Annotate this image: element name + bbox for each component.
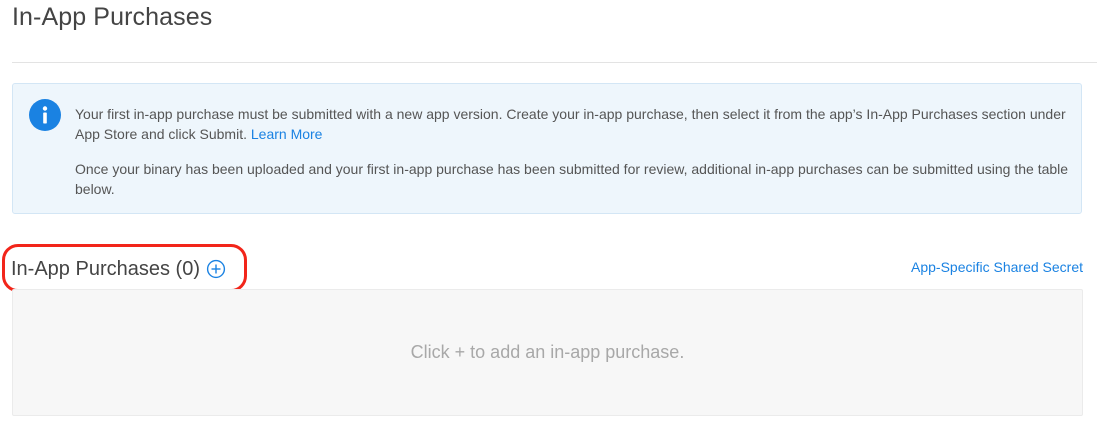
page-title: In-App Purchases [12,3,213,31]
empty-purchases-table: Click + to add an in-app purchase. [12,289,1083,416]
info-banner: Your first in-app purchase must be submi… [12,83,1082,214]
header-divider [12,62,1097,63]
plus-circle-icon[interactable] [206,259,226,279]
shared-secret-link[interactable]: App-Specific Shared Secret [911,259,1083,275]
info-paragraph-1: Your first in-app purchase must be submi… [75,104,1070,144]
empty-state-message: Click + to add an in-app purchase. [410,342,685,362]
learn-more-link[interactable]: Learn More [251,126,323,142]
section-title: In-App Purchases (0) [11,257,200,280]
info-icon [29,99,61,131]
info-paragraph-1-text: Your first in-app purchase must be submi… [75,106,1066,142]
info-banner-text: Your first in-app purchase must be submi… [75,104,1070,214]
info-paragraph-2: Once your binary has been uploaded and y… [75,161,1069,197]
in-app-purchases-page: In-App Purchases Your first in-app purch… [0,0,1097,438]
in-app-purchases-section-header: In-App Purchases (0) [11,255,226,283]
